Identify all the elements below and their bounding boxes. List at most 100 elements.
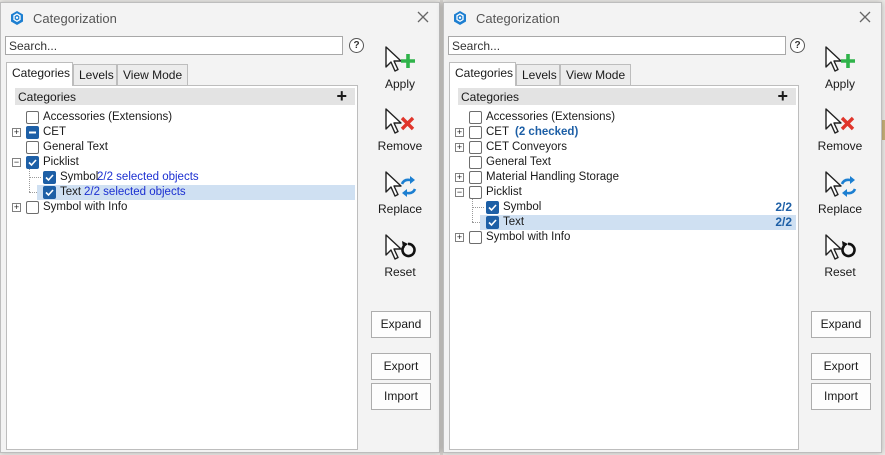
tree-header-label: Categories [461,90,520,104]
tab-levels[interactable]: Levels [516,64,560,85]
replace-action[interactable]: Replace [810,170,870,216]
tree-header: Categories + [458,87,796,105]
remove-label: Remove [377,139,423,153]
remove-label: Remove [817,139,863,153]
checked-count: (2 checked) [515,126,579,138]
tree-item-selected[interactable]: Text 2/2 [480,215,796,230]
tree-item[interactable]: + CET [12,125,355,140]
close-icon[interactable] [415,9,431,25]
close-icon[interactable] [857,9,873,25]
tree-item[interactable]: − Picklist [455,185,796,200]
apply-action[interactable]: Apply [370,45,430,91]
search-input[interactable] [448,36,786,55]
categorization-dialog-right: Categorization ? Categories Levels View … [443,2,882,453]
tree-header-label: Categories [18,90,77,104]
checkbox-icon[interactable] [26,156,39,169]
tree-item[interactable]: Accessories (Extensions) [15,110,355,125]
add-category-icon[interactable]: + [336,87,347,105]
cursor-x-icon [385,108,415,134]
expander-minus-icon[interactable]: − [455,188,464,197]
reset-label: Reset [384,265,416,279]
expand-button[interactable]: Expand [371,311,431,338]
add-category-icon[interactable]: + [777,87,788,105]
tab-categories[interactable]: Categories [6,62,73,86]
tree-item[interactable]: + Symbol with Info [12,200,355,215]
dialog-title: Categorization [476,11,560,26]
checkbox-icon[interactable] [486,201,499,214]
apply-label: Apply [384,77,416,91]
app-hex-icon [11,11,23,25]
reset-label: Reset [824,265,856,279]
help-icon[interactable]: ? [790,38,805,53]
remove-action[interactable]: Remove [810,107,870,153]
selection-count: 2/2 [775,215,792,229]
categorization-dialog-left: Categorization ? Categories Levels View … [0,2,440,453]
expander-plus-icon[interactable]: + [455,143,464,152]
export-button[interactable]: Export [371,353,431,380]
checkbox-icon[interactable] [469,111,482,124]
replace-label: Replace [817,202,863,216]
tree-item[interactable]: + CET Conveyors [455,140,796,155]
tree-item[interactable]: General Text [15,140,355,155]
replace-action[interactable]: Replace [370,170,430,216]
tree-item[interactable]: + Material Handling Storage [455,170,796,185]
import-button[interactable]: Import [371,383,431,410]
category-tree: Categories + Accessories (Extensions) + … [12,87,355,447]
checkbox-icon[interactable] [26,201,39,214]
tree-item-selected[interactable]: Text 2/2 selected objects [37,185,355,200]
apply-action[interactable]: Apply [810,45,870,91]
tab-levels[interactable]: Levels [73,64,117,85]
help-icon[interactable]: ? [349,38,364,53]
tree-header: Categories + [15,87,355,105]
expand-button[interactable]: Expand [811,311,871,338]
tree-item[interactable]: Symbol 2/2 [458,200,796,215]
reset-action[interactable]: Reset [370,233,430,279]
import-button[interactable]: Import [811,383,871,410]
cursor-swap-icon [385,171,417,197]
checkbox-icon[interactable] [43,186,56,199]
checkbox-icon[interactable] [469,141,482,154]
categories-panel: Categories + Accessories (Extensions) + … [449,85,799,450]
checkbox-icon[interactable] [486,216,499,229]
checkbox-icon[interactable] [469,171,482,184]
tree-item[interactable]: Symbol 2/2 selected objects [15,170,355,185]
app-hex-icon [454,11,466,25]
selection-count: 2/2 [775,200,792,214]
tree-item[interactable]: + Symbol with Info [455,230,796,245]
checkbox-icon[interactable] [469,156,482,169]
tree-item[interactable]: + CET (2 checked) [455,125,796,140]
expander-plus-icon[interactable]: + [455,233,464,242]
export-button[interactable]: Export [811,353,871,380]
selection-info: 2/2 selected objects [84,186,186,198]
tree-item[interactable]: General Text [458,155,796,170]
expander-plus-icon[interactable]: + [12,128,21,137]
checkbox-icon[interactable] [26,126,39,139]
cursor-reset-icon [385,234,416,260]
tree-item[interactable]: − Picklist [12,155,355,170]
apply-label: Apply [824,77,856,91]
search-input[interactable] [5,36,343,55]
checkbox-icon[interactable] [469,126,482,139]
checkbox-icon[interactable] [469,186,482,199]
expander-plus-icon[interactable]: + [12,203,21,212]
checkbox-icon[interactable] [469,231,482,244]
cursor-x-icon [825,108,855,134]
category-tree: Categories + Accessories (Extensions) + … [455,87,796,447]
remove-action[interactable]: Remove [370,107,430,153]
reset-action[interactable]: Reset [810,233,870,279]
dialog-title: Categorization [33,11,117,26]
tab-categories[interactable]: Categories [449,62,516,86]
checkbox-icon[interactable] [26,111,39,124]
cursor-swap-icon [825,171,857,197]
cursor-plus-icon [385,46,415,72]
expander-minus-icon[interactable]: − [12,158,21,167]
checkbox-icon[interactable] [26,141,39,154]
tab-view-mode[interactable]: View Mode [560,64,631,85]
checkbox-icon[interactable] [43,171,56,184]
tab-view-mode[interactable]: View Mode [117,64,188,85]
categories-panel: Categories + Accessories (Extensions) + … [6,85,358,450]
expander-plus-icon[interactable]: + [455,128,464,137]
selection-info: 2/2 selected objects [97,171,199,183]
expander-plus-icon[interactable]: + [455,173,464,182]
tree-item[interactable]: Accessories (Extensions) [458,110,796,125]
